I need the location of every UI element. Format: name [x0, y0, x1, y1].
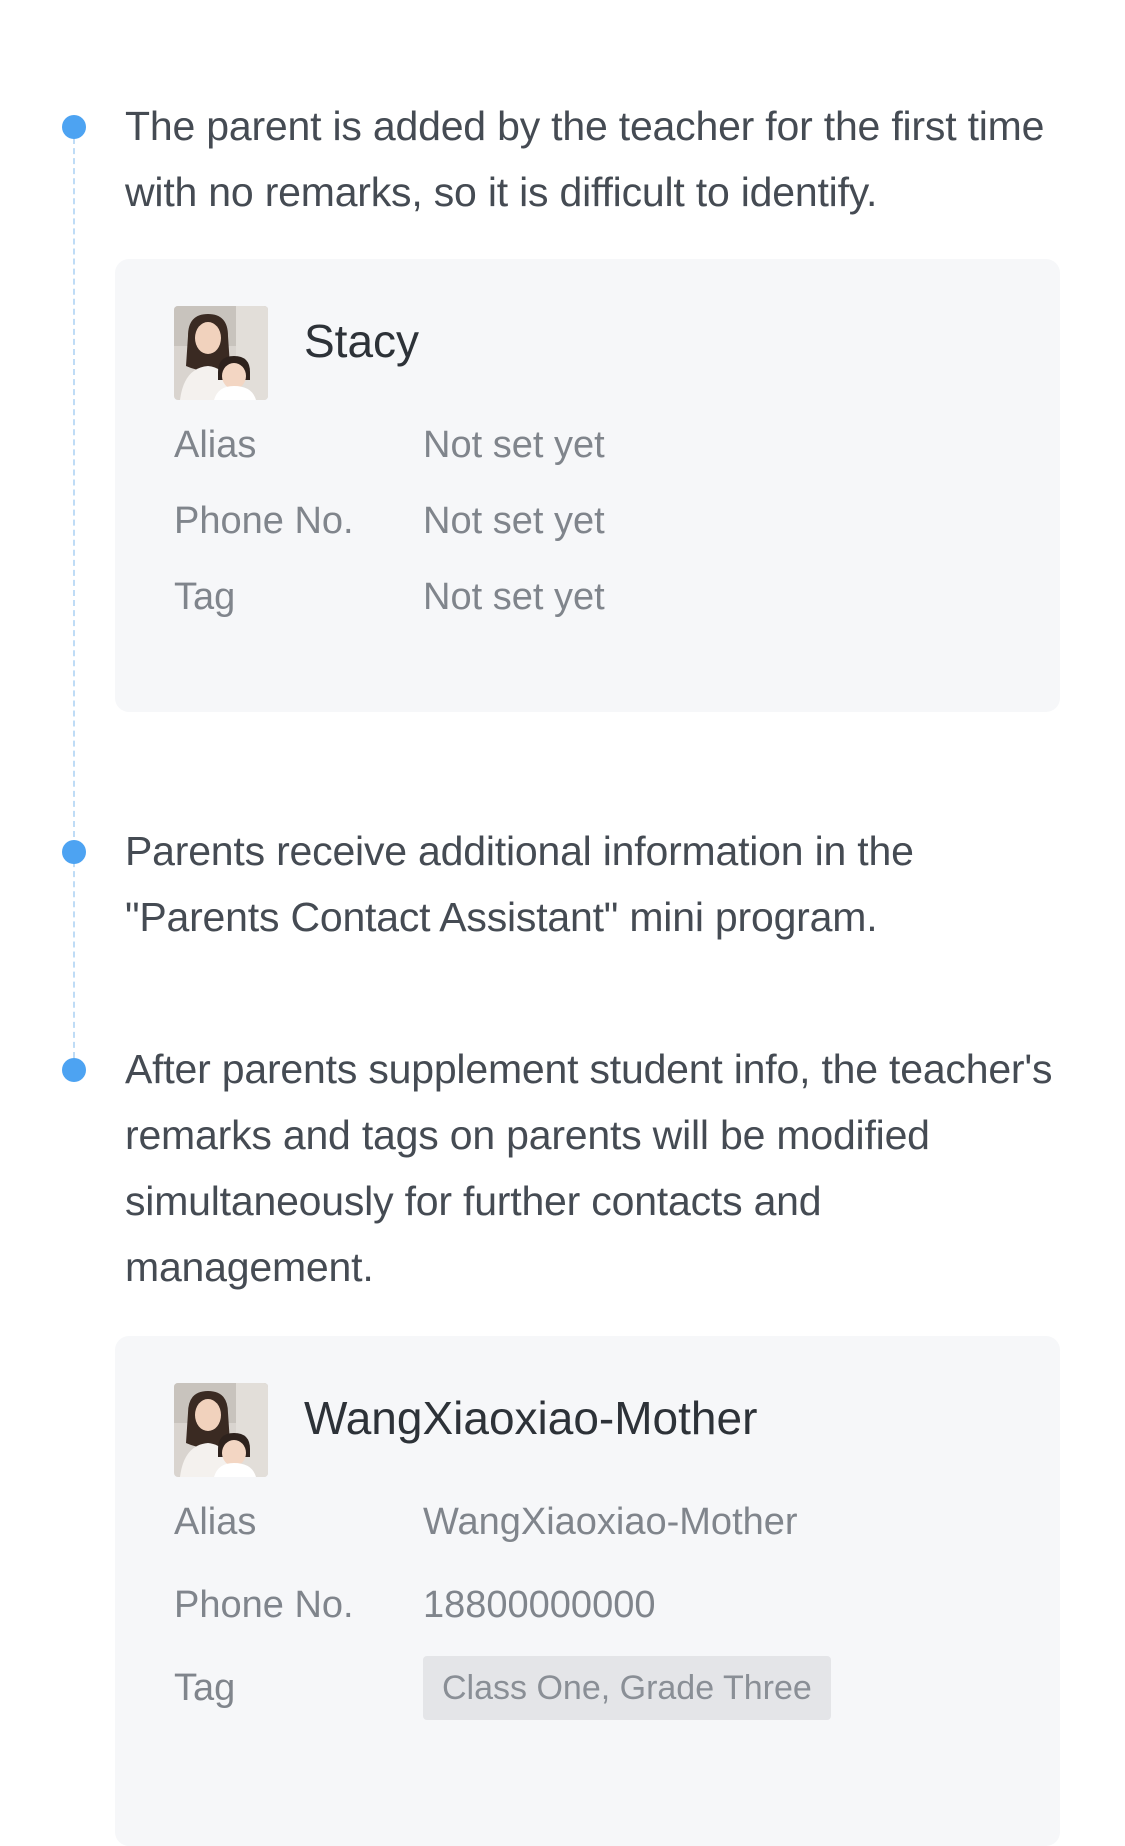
alias-value: Not set yet [423, 424, 605, 466]
timeline-dot-step-2 [62, 840, 86, 864]
step-3-description: After parents supplement student info, t… [125, 1046, 1053, 1290]
phone-value: 18800000000 [423, 1584, 656, 1626]
phone-value: Not set yet [423, 500, 605, 542]
contact-name: WangXiaoxiao-Mother [304, 1392, 758, 1444]
tag-value: Not set yet [423, 576, 605, 618]
step-2-description: Parents receive additional information i… [125, 828, 914, 940]
alias-label: Alias [174, 1501, 257, 1543]
avatar[interactable] [174, 1383, 268, 1477]
contact-card-after: WangXiaoxiao-Mother Alias WangXiaoxiao-M… [115, 1336, 1060, 1846]
phone-label: Phone No. [174, 500, 354, 542]
timeline-dashed-line [73, 128, 75, 1068]
timeline-dot-step-1 [62, 115, 86, 139]
tag-label: Tag [174, 1667, 236, 1709]
tag-label: Tag [174, 576, 236, 618]
parent-avatar-photo-icon [174, 306, 268, 400]
parent-avatar-photo-icon [174, 1383, 268, 1477]
avatar[interactable] [174, 306, 268, 400]
alias-value: WangXiaoxiao-Mother [423, 1501, 798, 1543]
contact-name: Stacy [304, 315, 420, 367]
alias-label: Alias [174, 424, 257, 466]
phone-label: Phone No. [174, 1584, 354, 1626]
contact-card-before: Stacy Alias Not set yet Phone No. Not se… [115, 259, 1060, 712]
timeline-dot-step-3 [62, 1058, 86, 1082]
tag-chip[interactable]: Class One, Grade Three [423, 1656, 831, 1720]
step-1-description: The parent is added by the teacher for t… [125, 103, 1045, 215]
